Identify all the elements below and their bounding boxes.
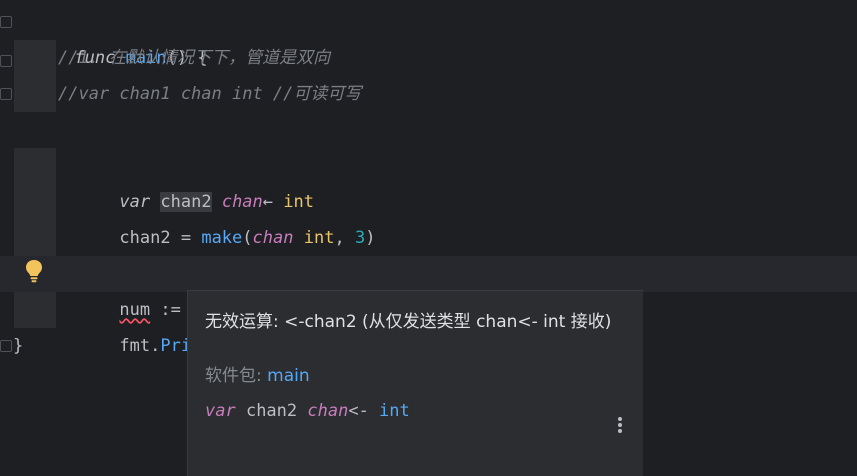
package-label: 软件包: (205, 366, 268, 386)
comment: //1. 在默认情况下下，管道是双向 (58, 48, 331, 68)
code-line[interactable]: chan2 = make(chan int, 3) (0, 184, 857, 248)
code-line-current[interactable]: num := ←chan2 (0, 256, 857, 320)
keyword: chan (307, 401, 349, 421)
type-name: int (379, 401, 410, 421)
code-editor[interactable]: func main() { //1. 在默认情况下下，管道是双向 //var c… (0, 0, 857, 476)
code-line[interactable]: var chan2 chan← int (0, 148, 857, 212)
code-line[interactable]: chan2 ← 20 (0, 220, 857, 284)
variable: chan2 (235, 401, 308, 421)
code-line[interactable]: //var chan1 chan int //可读可写 (0, 76, 857, 112)
code-line[interactable]: func main() { (0, 4, 857, 68)
package-info: 软件包: main (205, 361, 310, 386)
punctuation: } (13, 336, 24, 356)
more-vertical-icon[interactable] (616, 415, 624, 437)
keyword: var (205, 401, 236, 421)
declaration-signature: var chan2 chan<- int (205, 401, 410, 421)
comment: //var chan1 chan int //可读可写 (58, 84, 362, 104)
lightbulb-icon[interactable] (24, 259, 44, 283)
error-tooltip-popup: 无效运算: <-chan2 (从仅发送类型 chan<- int 接收) 软件包… (187, 290, 643, 476)
code-line[interactable]: //1. 在默认情况下下，管道是双向 (0, 40, 857, 76)
operator: <- (348, 401, 380, 421)
package-link[interactable]: main (267, 366, 309, 386)
error-message: 无效运算: <-chan2 (从仅发送类型 chan<- int 接收) (205, 312, 612, 332)
